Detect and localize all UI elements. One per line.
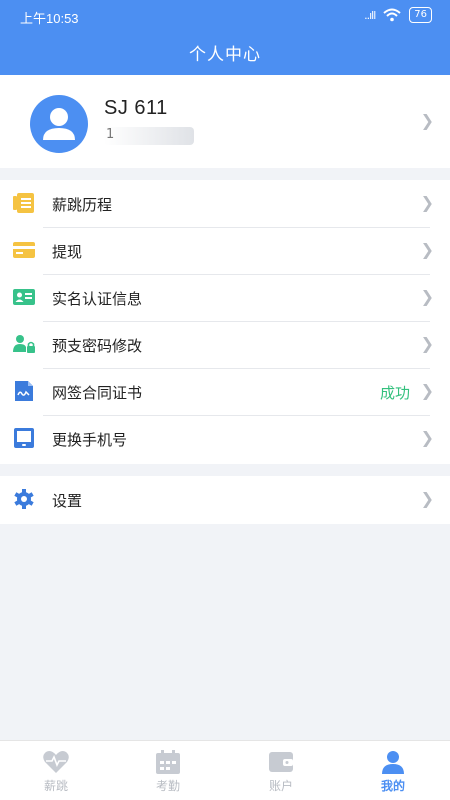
- chevron-right-icon: ❯: [420, 193, 434, 212]
- wallet-icon: [269, 752, 293, 772]
- heartbeat-icon: [43, 751, 69, 773]
- bank-card-icon: [13, 242, 35, 258]
- signal-icon: ..ıll: [364, 8, 376, 22]
- status-icons: ..ıll 76: [364, 7, 432, 23]
- menu-item-change-phone[interactable]: 更换手机号 ❯: [0, 415, 450, 462]
- file-list-icon: [13, 193, 34, 213]
- tab-mine[interactable]: 我的: [363, 749, 423, 794]
- menu-group-settings: 设置 ❯: [0, 476, 450, 524]
- chevron-right-icon: ❯: [420, 428, 434, 447]
- chevron-right-icon: ❯: [420, 334, 434, 353]
- chevron-right-icon: ❯: [420, 381, 434, 400]
- tab-label: 薪跳: [43, 779, 68, 793]
- profile-card[interactable]: SJ 611 1 ❯: [0, 75, 450, 168]
- id-card-icon: [13, 289, 35, 305]
- gear-icon: [14, 489, 34, 509]
- phone-number: 1: [104, 127, 194, 145]
- menu-item-label: 提现: [52, 243, 83, 261]
- chevron-right-icon: ❯: [420, 489, 434, 508]
- avatar[interactable]: [30, 95, 88, 153]
- bottom-tab-bar: 薪跳 考勤 账户 我的: [0, 740, 450, 800]
- tab-attendance[interactable]: 考勤: [138, 749, 198, 794]
- wifi-icon: [383, 8, 401, 22]
- user-lock-icon: [13, 335, 35, 353]
- status-bar: 上午10:53 ..ıll 76: [0, 0, 450, 30]
- calendar-icon: [156, 750, 180, 774]
- menu-item-salary-history[interactable]: 薪跳历程 ❯: [0, 180, 450, 227]
- tab-account[interactable]: 账户: [251, 749, 311, 794]
- tab-label: 考勤: [155, 779, 180, 793]
- contract-status: 成功: [379, 384, 410, 402]
- menu-item-contract-certificate[interactable]: 网签合同证书 成功 ❯: [0, 368, 450, 415]
- menu-item-advance-password[interactable]: 预支密码修改 ❯: [0, 321, 450, 368]
- chevron-right-icon: ❯: [420, 287, 434, 306]
- menu-item-label: 实名认证信息: [52, 290, 143, 308]
- menu-item-label: 更换手机号: [52, 431, 128, 449]
- menu-item-label: 薪跳历程: [52, 196, 113, 214]
- chevron-right-icon: ❯: [420, 240, 434, 259]
- menu-item-real-name-info[interactable]: 实名认证信息 ❯: [0, 274, 450, 321]
- username: SJ 611: [104, 97, 168, 119]
- battery-indicator: 76: [409, 7, 432, 23]
- contract-icon: [15, 381, 33, 401]
- menu-item-label: 预支密码修改: [52, 337, 143, 355]
- menu-item-label: 网签合同证书: [52, 384, 143, 402]
- avatar-person-icon: [43, 108, 75, 140]
- tab-label: 账户: [268, 779, 293, 793]
- status-time: 上午10:53: [20, 11, 79, 26]
- person-icon: [382, 751, 404, 774]
- tab-salary[interactable]: 薪跳: [26, 749, 86, 794]
- menu-item-label: 设置: [52, 492, 83, 510]
- page-title: 个人中心: [189, 45, 261, 65]
- menu-item-withdraw[interactable]: 提现 ❯: [0, 227, 450, 274]
- chevron-right-icon: ❯: [420, 111, 434, 130]
- tablet-icon: [14, 428, 34, 448]
- menu-group-main: 薪跳历程 ❯ 提现 ❯ 实名认证信息 ❯ 预支密码修改 ❯ 网签合同证书 成功 …: [0, 180, 450, 464]
- menu-item-settings[interactable]: 设置 ❯: [0, 476, 450, 523]
- app-header: 上午10:53 ..ıll 76 个人中心: [0, 0, 450, 75]
- tab-label: 我的: [380, 779, 405, 793]
